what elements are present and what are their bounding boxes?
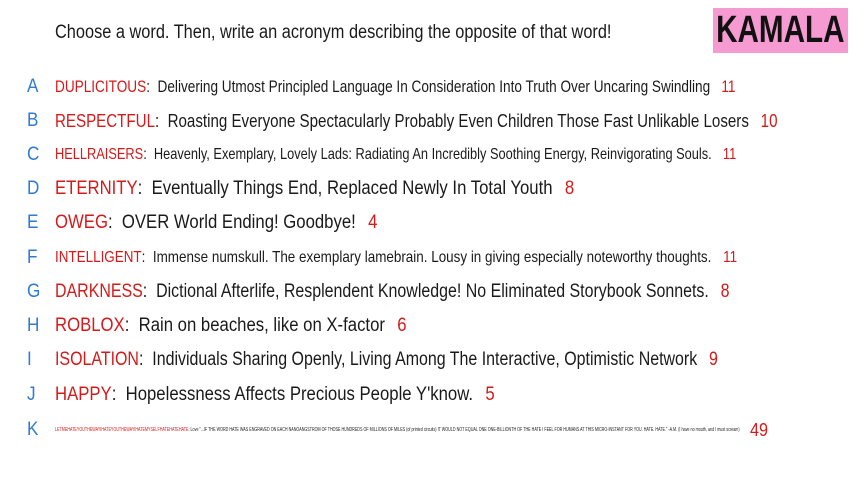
name-badge: KAMALA bbox=[713, 8, 848, 53]
row-count: 11 bbox=[723, 249, 738, 266]
row-count: 10 bbox=[760, 110, 778, 131]
row-count: 6 bbox=[397, 315, 407, 336]
row-line: DUPLICITOUS: Delivering Utmost Principle… bbox=[55, 77, 736, 96]
acronym-row-g: G DARKNESS: Dictional Afterlife, Resplend… bbox=[0, 278, 853, 306]
row-letter: J bbox=[27, 384, 36, 405]
row-letter: K bbox=[27, 419, 39, 440]
row-count: 4 bbox=[368, 212, 378, 233]
acronym-row-f: F INTELLIGENT: Immense numskull. The exem… bbox=[0, 244, 853, 272]
row-letter: D bbox=[27, 178, 40, 199]
row-count: 11 bbox=[721, 77, 736, 96]
acronym-row-i: I ISOLATION: Individuals Sharing Openly, … bbox=[0, 346, 853, 374]
row-count: 11 bbox=[722, 146, 737, 163]
row-count: 8 bbox=[720, 281, 730, 302]
row-acronym: Delivering Utmost Principled Language In… bbox=[157, 77, 711, 96]
row-acronym: Heavenly, Exemplary, Lovely Lads: Radiat… bbox=[153, 146, 712, 163]
row-acronym: OVER World Ending! Goodbye! bbox=[121, 212, 356, 233]
acronym-row-h: H ROBLOX: Rain on beaches, like on X-fact… bbox=[0, 312, 853, 340]
row-acronym: Hopelessness Affects Precious People Y'k… bbox=[125, 384, 474, 405]
row-word: DUPLICITOUS bbox=[55, 77, 147, 96]
row-word: OWEG bbox=[55, 212, 108, 233]
row-letter: B bbox=[27, 110, 39, 131]
acronym-row-k: K LETMEHATEYOUTHEWAYIHATEYOUTHEWAYIHATEM… bbox=[0, 416, 853, 444]
row-letter: A bbox=[27, 76, 39, 97]
row-word: DARKNESS bbox=[55, 281, 143, 302]
row-word: ETERNITY bbox=[55, 178, 138, 199]
row-line: ETERNITY: Eventually Things End, Replace… bbox=[55, 178, 575, 199]
acronym-row-a: A DUPLICITOUS: Delivering Utmost Principl… bbox=[0, 73, 853, 101]
row-letter: F bbox=[27, 247, 38, 268]
row-word: LETMEHATEYOUTHEWAYIHATEYOUTHEWAYIHATEMYS… bbox=[55, 427, 189, 433]
acronym-row-b: B RESPECTFUL: Roasting Everyone Spectacul… bbox=[0, 107, 853, 135]
row-letter: E bbox=[27, 212, 39, 233]
row-acronym: Roasting Everyone Spectacularly Probably… bbox=[167, 110, 749, 131]
row-word: HAPPY bbox=[55, 384, 112, 405]
row-acronym: Individuals Sharing Openly, Living Among… bbox=[152, 349, 698, 370]
row-acronym: Eventually Things End, Replaced Newly In… bbox=[151, 178, 553, 199]
row-count: 9 bbox=[708, 349, 718, 370]
row-line: ROBLOX: Rain on beaches, like on X-facto… bbox=[55, 315, 407, 336]
prompt-text: Choose a word. Then, write an acronym de… bbox=[55, 22, 612, 43]
row-line: HELLRAISERS: Heavenly, Exemplary, Lovely… bbox=[55, 146, 737, 163]
row-count: 8 bbox=[564, 178, 575, 199]
row-line: RESPECTFUL: Roasting Everyone Spectacula… bbox=[55, 110, 778, 131]
row-letter: H bbox=[27, 315, 40, 336]
row-word: INTELLIGENT bbox=[55, 249, 142, 266]
acronym-row-c: C HELLRAISERS: Heavenly, Exemplary, Lovel… bbox=[0, 141, 853, 169]
acronym-row-e: E OWEG: OVER World Ending! Goodbye! 4 bbox=[0, 209, 853, 237]
row-acronym: Dictional Afterlife, Resplendent Knowled… bbox=[156, 281, 709, 302]
row-line: DARKNESS: Dictional Afterlife, Resplende… bbox=[55, 281, 730, 302]
acronym-row-d: D ETERNITY: Eventually Things End, Replac… bbox=[0, 175, 853, 203]
row-word: HELLRAISERS bbox=[55, 146, 144, 163]
row-letter: I bbox=[27, 349, 32, 370]
row-word: ISOLATION bbox=[55, 349, 139, 370]
row-line: LETMEHATEYOUTHEWAYIHATEYOUTHEWAYIHATEMYS… bbox=[55, 427, 740, 433]
row-count: 5 bbox=[485, 384, 495, 405]
badge-label: KAMALA bbox=[716, 9, 845, 51]
row-line: ISOLATION: Individuals Sharing Openly, L… bbox=[55, 349, 718, 370]
row-line: OWEG: OVER World Ending! Goodbye! 4 bbox=[55, 212, 378, 233]
row-acronym: Immense numskull. The exemplary lamebrai… bbox=[152, 249, 712, 266]
row-word: ROBLOX bbox=[55, 315, 125, 336]
row-word: RESPECTFUL bbox=[55, 110, 155, 131]
row-line: INTELLIGENT: Immense numskull. The exemp… bbox=[55, 249, 738, 266]
row-letter: G bbox=[27, 281, 41, 302]
acronym-row-j: J HAPPY: Hopelessness Affects Precious Pe… bbox=[0, 381, 853, 409]
row-line: HAPPY: Hopelessness Affects Precious Peo… bbox=[55, 384, 495, 405]
row-acronym: Love "...IF THE WORD HATE WAS ENGRAVED O… bbox=[190, 427, 740, 433]
row-letter: C bbox=[27, 144, 40, 165]
row-acronym: Rain on beaches, like on X-factor bbox=[138, 315, 385, 336]
row-count: 49 bbox=[750, 419, 769, 440]
